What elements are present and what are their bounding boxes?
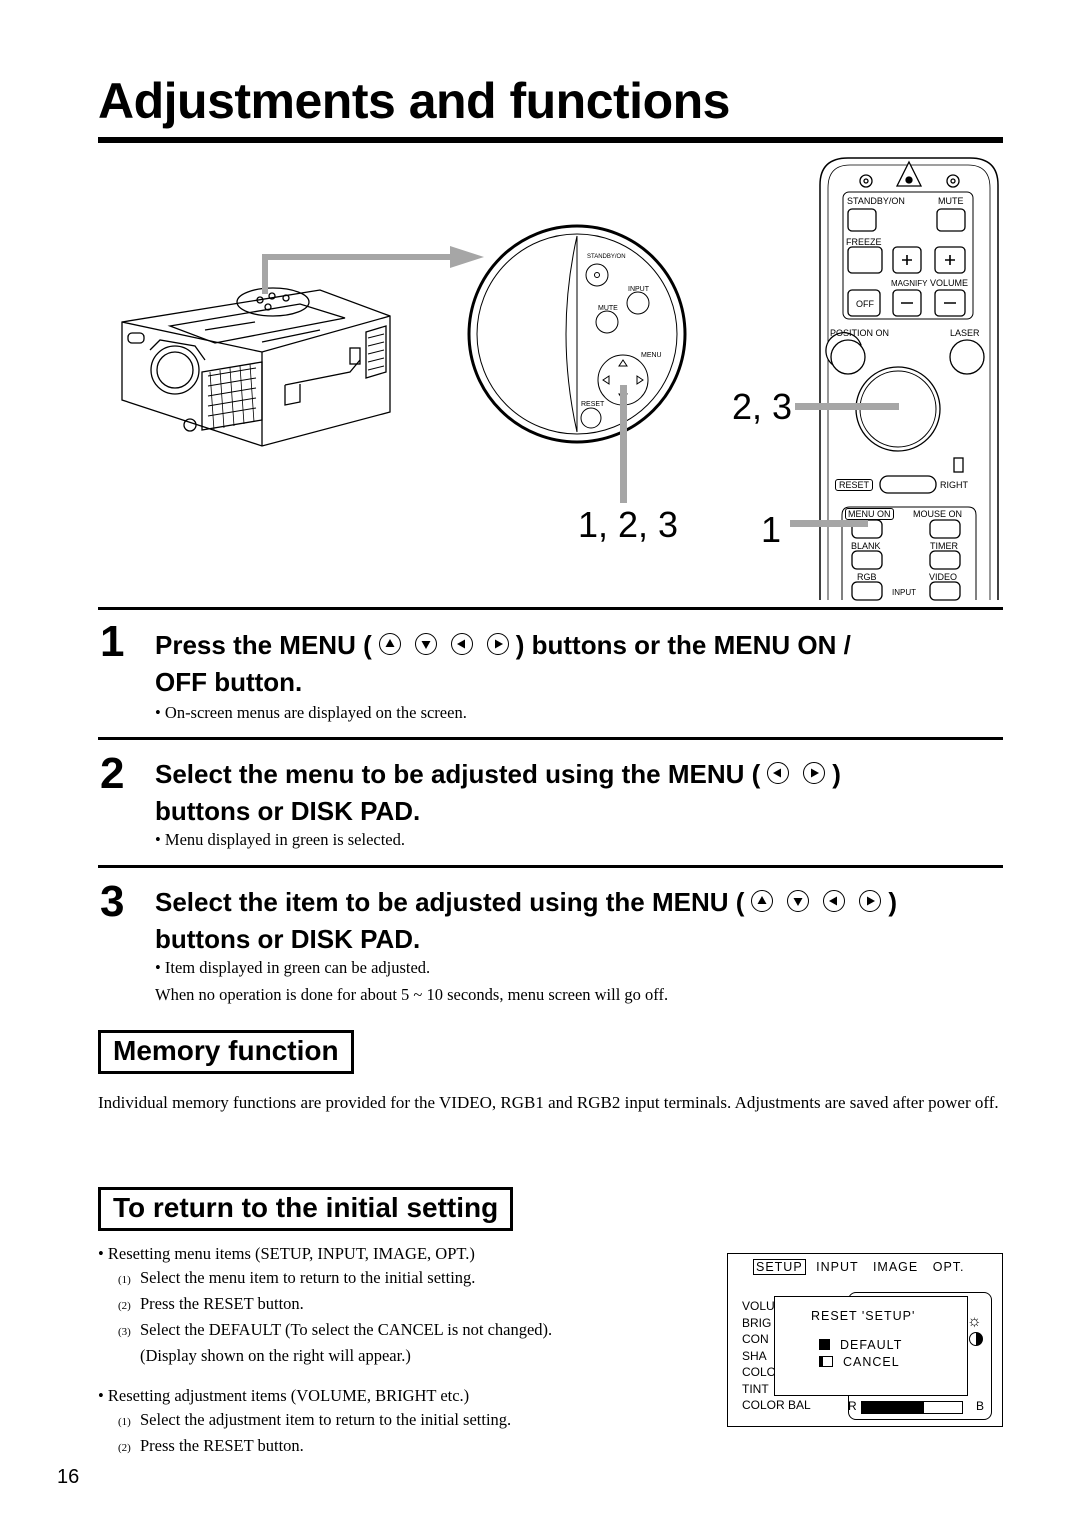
menu-right-icon [803, 762, 826, 785]
remote-off-label: OFF [856, 299, 874, 309]
reset-adjust-step: (1) Select the adjustment item to return … [118, 1410, 512, 1429]
osd-colorbal-left: R [848, 1399, 857, 1413]
menu-left-icon [823, 890, 846, 913]
memory-function-heading: Memory function [98, 1030, 354, 1074]
menu-up-icon [378, 633, 401, 656]
projector-illustration [121, 287, 391, 447]
remote-laser-label: LASER [950, 328, 980, 338]
remote-blank-label: BLANK [851, 541, 881, 551]
reset-adjust-bullet: • Resetting adjustment items (VOLUME, BR… [98, 1386, 470, 1405]
panel-reset-label: RESET [581, 401, 605, 408]
reset-menu-step: (2) Press the RESET button. [118, 1294, 304, 1313]
osd-tab-setup: SETUP [753, 1259, 806, 1275]
step-3-note: • Item displayed in green can be adjuste… [155, 958, 431, 977]
remote-menuon-label: MENU ON [845, 508, 894, 520]
osd-tabs: SETUP INPUT IMAGE OPT. [753, 1259, 965, 1275]
osd-option-default: DEFAULT [819, 1338, 902, 1352]
contrast-icon [969, 1332, 983, 1346]
reset-menu-extra: (Display shown on the right will appear.… [140, 1346, 411, 1365]
step-1-note: • On-screen menus are displayed on the s… [155, 703, 467, 722]
panel-mute-label: MUTE [598, 305, 618, 312]
panel-input-label: INPUT [628, 286, 649, 293]
osd-colorbal-right: B [976, 1399, 985, 1413]
remote-input-label: INPUT [892, 588, 916, 597]
panel-standby-label: STANDBY/ON [587, 254, 626, 260]
osd-colorbal-bar [861, 1401, 963, 1414]
remote-timer-label: TIMER [930, 541, 958, 551]
selected-square-icon [819, 1339, 830, 1350]
menuon-callout-line [790, 520, 868, 527]
step-1-number: 1 [100, 617, 125, 666]
remote-freeze-label: FREEZE [846, 237, 882, 247]
remote-standby-label: STANDBY/ON [847, 196, 905, 206]
osd-option-cancel: CANCEL [819, 1355, 900, 1369]
remote-position-label: POSITION ON [830, 328, 890, 338]
panel-callout-line [620, 385, 627, 503]
callout-menuon-label: 1 [761, 509, 782, 550]
brightness-icon: ☼ [967, 1313, 982, 1330]
menu-up-icon [751, 890, 774, 913]
osd-tab-input: INPUT [816, 1260, 859, 1274]
step-1-heading: Press the MENU () buttons or the MENU ON… [155, 630, 851, 697]
remote-mute-label: MUTE [938, 196, 964, 206]
callout-arrow [262, 246, 484, 294]
page-number: 16 [57, 1466, 80, 1488]
remote-right-label: RIGHT [940, 480, 968, 490]
menu-left-icon [450, 633, 473, 656]
reset-adjust-step: (2) Press the RESET button. [118, 1436, 304, 1455]
osd-reset-dialog: RESET 'SETUP' DEFAULT CANCEL [774, 1296, 968, 1396]
menu-down-icon [414, 633, 437, 656]
osd-colorbal-fill [862, 1402, 924, 1413]
step-3-heading: Select the item to be adjusted using the… [155, 887, 898, 954]
remote-mouseon-label: MOUSE ON [913, 509, 963, 519]
step-3-number: 3 [100, 877, 125, 926]
menu-down-icon [787, 890, 810, 913]
diskpad-callout-line [795, 403, 899, 410]
unselected-square-icon [819, 1356, 833, 1367]
osd-tab-image: IMAGE [872, 1260, 919, 1274]
reset-menu-bullet: • Resetting menu items (SETUP, INPUT, IM… [98, 1244, 475, 1263]
step-2-number: 2 [100, 749, 125, 798]
control-panel-closeup [467, 224, 687, 444]
memory-function-body: Individual memory functions are provided… [98, 1093, 999, 1112]
remote-video-label: VIDEO [929, 572, 958, 582]
step-divider [98, 737, 1003, 740]
reset-menu-step: (3) Select the DEFAULT (To select the CAN… [118, 1320, 553, 1339]
step-3-note-2: When no operation is done for about 5 ~ … [155, 985, 669, 1004]
step-divider [98, 865, 1003, 868]
remote-reset-label: RESET [835, 479, 874, 491]
callout-panel-label: 1, 2, 3 [578, 504, 679, 545]
step-2-note: • Menu displayed in green is selected. [155, 830, 405, 849]
osd-dialog-title: RESET 'SETUP' [811, 1309, 916, 1323]
callout-diskpad-label: 2, 3 [732, 386, 793, 427]
remote-rgb-label: RGB [857, 572, 877, 582]
osd-reset-illustration: SETUP INPUT IMAGE OPT. VOLU BRIG CON SHA… [727, 1253, 1003, 1427]
remote-volume-label: VOLUME [930, 278, 969, 288]
step-2-heading: Select the menu to be adjusted using the… [155, 759, 841, 826]
page-title: Adjustments and functions [98, 73, 730, 129]
menu-left-icon [767, 762, 790, 785]
remote-magnify-label: MAGNIFY [891, 279, 928, 288]
figure-diagram [98, 157, 1003, 610]
reset-instructions: • Resetting menu items (SETUP, INPUT, IM… [98, 1242, 708, 1460]
osd-tab-opt: OPT. [932, 1260, 965, 1274]
menu-right-icon [859, 890, 882, 913]
remote-control [819, 157, 999, 601]
reset-menu-step: (1) Select the menu item to return to the… [118, 1268, 476, 1287]
menu-right-icon [486, 633, 509, 656]
panel-menu-label: MENU [641, 352, 662, 359]
reset-heading: To return to the initial setting [98, 1187, 514, 1231]
